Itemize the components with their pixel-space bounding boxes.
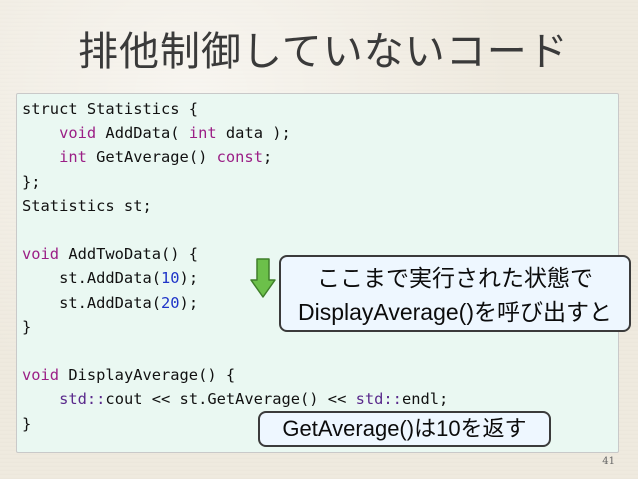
code-line-7: void AddTwoData() { — [22, 245, 199, 264]
code-number: 10 — [161, 269, 180, 288]
code-line-8: st.AddData(10); — [22, 269, 199, 288]
code-line-10: } — [22, 317, 32, 336]
code-keyword: int — [188, 124, 217, 143]
page-number: 41 — [602, 456, 615, 467]
code-keyword: void — [22, 366, 60, 385]
code-keyword: void — [59, 124, 97, 143]
code-line-5: Statistics st; — [22, 196, 152, 215]
code-namespace: std:: — [59, 390, 106, 409]
code-line-1: struct Statistics { — [22, 100, 199, 118]
slide-title: 排他制御していないコード — [78, 29, 569, 75]
code-keyword: void — [22, 245, 60, 264]
code-line-13: std::cout << st.GetAverage() << std::end… — [59, 390, 449, 409]
code-keyword: int — [59, 148, 87, 167]
callout-execution-state: ここまで実行された状態で DisplayAverage()を呼び出すと — [279, 255, 631, 332]
code-line-14: } — [22, 414, 32, 433]
callout-result: GetAverage()は10を返す — [258, 411, 551, 447]
code-line-4: }; — [22, 172, 41, 191]
callout-state-line-1: ここまで実行された状態で — [317, 265, 593, 291]
code-line-12: void DisplayAverage() { — [22, 366, 236, 385]
code-line-3: int GetAverage() const; — [59, 148, 273, 167]
down-arrow-icon — [250, 258, 276, 298]
callout-state-line-2: DisplayAverage()を呼び出すと — [298, 299, 612, 325]
code-namespace: std:: — [355, 390, 402, 409]
code-keyword: const — [216, 148, 263, 167]
code-line-9: st.AddData(20); — [22, 293, 199, 312]
code-number: 20 — [161, 293, 180, 312]
code-line-2: void AddData( int data ); — [59, 124, 291, 143]
